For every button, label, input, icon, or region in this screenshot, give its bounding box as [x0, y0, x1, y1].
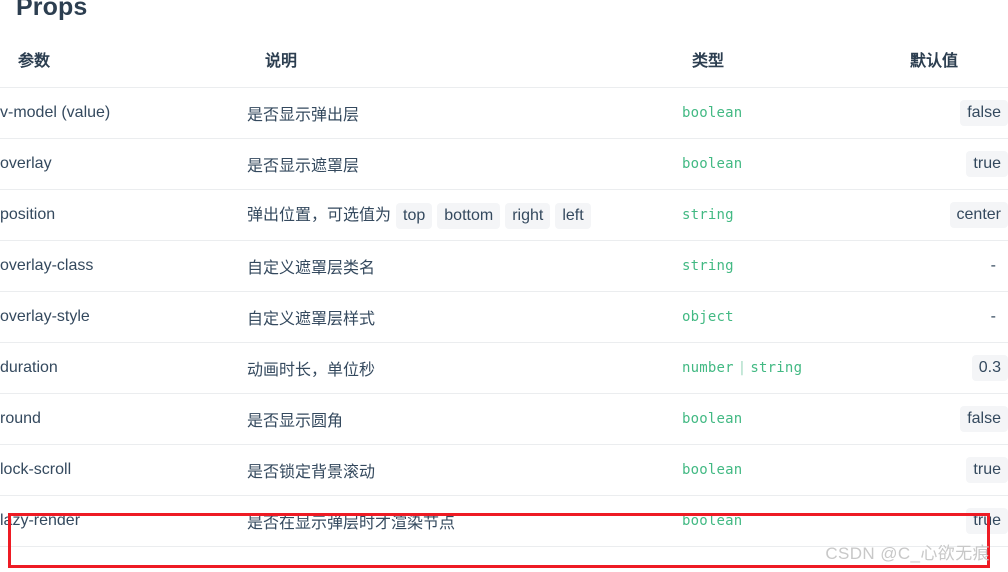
table-header: 参数 说明 类型 默认值 [0, 47, 1008, 88]
cell-param: overlay [0, 138, 247, 190]
inline-code-chip: top [396, 203, 433, 229]
table-row: lock-scroll 是否锁定背景滚动 boolean true [0, 444, 1008, 496]
cell-default: false [910, 393, 1008, 445]
cell-param: v-model (value) [0, 87, 247, 139]
type-value: number [682, 360, 734, 376]
cell-description: 动画时长，单位秒 [247, 342, 682, 394]
description-text: 弹出位置，可选值为 [247, 207, 392, 224]
cell-param: lock-scroll [0, 444, 247, 496]
cell-description: 自定义遮罩层类名 [247, 240, 682, 292]
table-row: overlay 是否显示遮罩层 boolean true [0, 138, 1008, 190]
cell-default: center [910, 189, 1008, 241]
column-header-type: 类型 [682, 47, 910, 88]
cell-default: 0.3 [910, 342, 1008, 394]
type-value: boolean [682, 411, 743, 427]
table-row: v-model (value) 是否显示弹出层 boolean false [0, 87, 1008, 139]
cell-type: number | string [682, 342, 910, 394]
default-value-chip: true [966, 151, 1008, 177]
type-value: string [682, 207, 734, 223]
table-row: overlay-style 自定义遮罩层样式 object - [0, 291, 1008, 343]
table-row: position 弹出位置，可选值为 top bottom right left strin… [0, 189, 1008, 241]
type-value: boolean [682, 156, 743, 172]
cell-default: true [910, 495, 1008, 547]
inline-code-chip: right [505, 203, 551, 229]
default-value-dash: - [990, 257, 996, 274]
cell-description: 弹出位置，可选值为 top bottom right left [247, 189, 682, 241]
table-header-row: 参数 说明 类型 默认值 [0, 47, 1008, 88]
cell-type: boolean [682, 393, 910, 445]
default-value-chip: true [966, 457, 1008, 483]
cell-description: 是否显示弹出层 [247, 87, 682, 139]
cell-type: boolean [682, 87, 910, 139]
table-body: v-model (value) 是否显示弹出层 boolean false overla… [0, 87, 1008, 547]
default-value-chip: true [966, 508, 1008, 534]
cell-default: true [910, 444, 1008, 496]
cell-description: 是否锁定背景滚动 [247, 444, 682, 496]
cell-type: string [682, 240, 910, 292]
cell-default: true [910, 138, 1008, 190]
type-value: boolean [682, 105, 743, 121]
type-separator: | [737, 360, 747, 376]
table-row: duration 动画时长，单位秒 number | string 0.3 [0, 342, 1008, 394]
page-title: Props [16, 0, 88, 21]
cell-default: - [910, 240, 1008, 292]
default-value-chip: false [960, 100, 1008, 126]
table-row: round 是否显示圆角 boolean false [0, 393, 1008, 445]
cell-param: round [0, 393, 247, 445]
props-documentation-page: Props 参数 说明 类型 默认值 v-model (value) 是否显示弹出… [0, 0, 1008, 572]
column-header-default: 默认值 [910, 47, 1008, 88]
cell-description: 是否显示圆角 [247, 393, 682, 445]
cell-type: object [682, 291, 910, 343]
cell-param: duration [0, 342, 247, 394]
cell-type: string [682, 189, 910, 241]
cell-description: 自定义遮罩层样式 [247, 291, 682, 343]
type-value: boolean [682, 462, 743, 478]
cell-type: boolean [682, 138, 910, 190]
cell-param: overlay-style [0, 291, 247, 343]
default-value-dash: - [990, 308, 996, 325]
type-value: string [682, 258, 734, 274]
type-value-alt: string [750, 360, 803, 376]
default-value-chip: 0.3 [971, 355, 1008, 381]
default-value-chip: center [949, 202, 1008, 228]
cell-description: 是否显示遮罩层 [247, 138, 682, 190]
cell-default: false [910, 87, 1008, 139]
table-row: lazy-render 是否在显示弹层时才渲染节点 boolean true [0, 495, 1008, 547]
cell-param: lazy-render [0, 495, 247, 547]
cell-param: position [0, 189, 247, 241]
column-header-param: 参数 [0, 47, 247, 88]
inline-code-chip: left [555, 203, 591, 229]
cell-param: overlay-class [0, 240, 247, 292]
cell-type: boolean [682, 444, 910, 496]
cell-type: boolean [682, 495, 910, 547]
inline-code-chip: bottom [437, 203, 501, 229]
default-value-chip: false [960, 406, 1008, 432]
column-header-description: 说明 [247, 47, 682, 88]
table-row: overlay-class 自定义遮罩层类名 string - [0, 240, 1008, 292]
cell-default: - [910, 291, 1008, 343]
cell-description: 是否在显示弹层时才渲染节点 [247, 495, 682, 547]
type-value: boolean [682, 513, 743, 529]
props-table: 参数 说明 类型 默认值 v-model (value) 是否显示弹出层 boole… [0, 47, 1008, 547]
type-value: object [682, 309, 734, 325]
